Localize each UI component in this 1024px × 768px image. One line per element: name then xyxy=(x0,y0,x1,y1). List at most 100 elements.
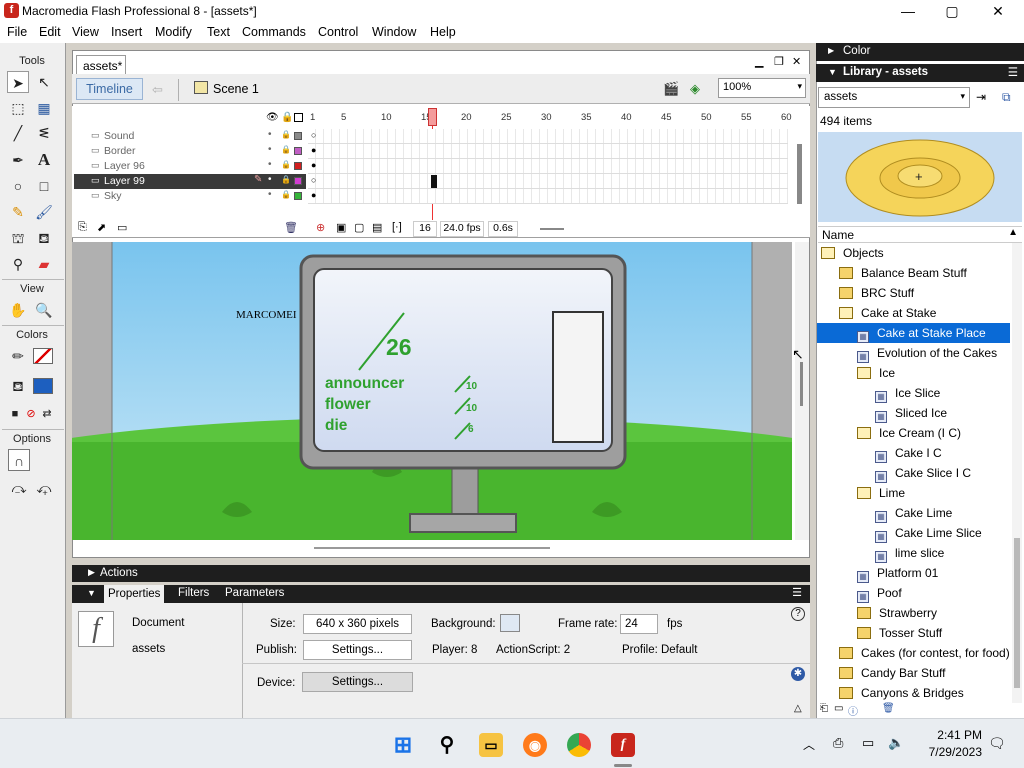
layer-color-swatch[interactable] xyxy=(294,162,302,170)
layer-frames[interactable]: ● xyxy=(308,189,788,204)
library-item[interactable]: ▦ Cake at Stake Place xyxy=(817,323,1010,343)
library-vscroll[interactable] xyxy=(1012,243,1022,703)
flash-taskbar-icon[interactable]: f xyxy=(611,733,635,757)
publish-settings-button[interactable]: Settings... xyxy=(303,640,412,660)
tab-properties[interactable]: Properties xyxy=(104,585,164,603)
library-item[interactable]: Ice Cream (I C) xyxy=(817,423,1010,443)
timeline-toggle-button[interactable]: Timeline xyxy=(76,78,143,100)
library-item[interactable]: ▦ Cake I C xyxy=(817,443,1010,463)
collapse-up-icon[interactable]: △ xyxy=(794,703,802,714)
help-icon[interactable]: ? xyxy=(791,607,805,621)
hand-tool-icon[interactable]: ✋ xyxy=(7,299,29,321)
add-guide-icon[interactable]: ⬈ xyxy=(97,221,106,234)
library-item[interactable]: Cake at Stake xyxy=(817,303,1010,323)
lasso-tool-icon[interactable]: ᓬ xyxy=(33,122,55,144)
edit-multiple-frames-icon[interactable]: ▤ xyxy=(372,221,382,234)
ink-bottle-tool-icon[interactable]: ⛫ xyxy=(7,227,29,249)
clock-date[interactable]: 7/29/2023 xyxy=(918,745,982,759)
tab-filters[interactable]: Filters xyxy=(178,587,209,599)
notifications-icon[interactable]: 🗨 xyxy=(988,735,1006,752)
library-item[interactable]: Objects xyxy=(817,243,1010,263)
playhead[interactable] xyxy=(428,108,437,126)
layer-frames[interactable]: ● xyxy=(308,159,788,174)
library-panel-header[interactable]: ▼ Library - assets ☰ xyxy=(816,64,1024,82)
swap-colors-icon[interactable]: ⇄ xyxy=(36,403,58,425)
document-tab[interactable]: assets* xyxy=(76,55,126,74)
eraser-tool-icon[interactable]: ▰ xyxy=(33,253,55,275)
visibility-dot[interactable]: • xyxy=(268,174,272,185)
brush-tool-icon[interactable]: 🖌 xyxy=(33,201,55,223)
layer-color-swatch[interactable] xyxy=(294,177,302,185)
outline-icon[interactable] xyxy=(294,113,303,122)
close-button[interactable]: ✕ xyxy=(976,2,1020,20)
pen-tool-icon[interactable]: ✒ xyxy=(7,149,29,171)
layer-frames[interactable]: ● xyxy=(308,144,788,159)
visibility-dot[interactable]: • xyxy=(268,129,272,140)
fill-color-icon[interactable]: ⛾ xyxy=(7,375,29,397)
menu-control[interactable]: Control xyxy=(318,25,358,39)
back-arrow-icon[interactable]: ⇦ xyxy=(152,82,163,98)
menu-insert[interactable]: Insert xyxy=(111,25,142,39)
library-item[interactable]: BRC Stuff xyxy=(817,283,1010,303)
library-item[interactable]: Lime xyxy=(817,483,1010,503)
volume-icon[interactable]: 🔈 xyxy=(888,735,904,751)
zoom-tool-icon[interactable]: 🔍 xyxy=(33,299,55,321)
lock-icon[interactable]: 🔒 xyxy=(281,112,293,123)
collapse-icon[interactable]: ▼ xyxy=(87,588,96,598)
new-folder-icon[interactable]: ▭ xyxy=(834,703,843,714)
file-explorer-icon[interactable]: ▭ xyxy=(479,733,503,757)
menu-commands[interactable]: Commands xyxy=(242,25,306,39)
menu-edit[interactable]: Edit xyxy=(39,25,61,39)
minimize-button[interactable]: — xyxy=(886,2,930,20)
visibility-dot[interactable]: • xyxy=(268,189,272,200)
menu-view[interactable]: View xyxy=(72,25,99,39)
lock-dot[interactable]: 🔒 xyxy=(281,175,291,184)
menu-window[interactable]: Window xyxy=(372,25,416,39)
text-tool-icon[interactable]: A xyxy=(33,149,55,171)
lock-dot[interactable]: 🔒 xyxy=(281,160,291,169)
library-item[interactable]: ▦ Cake Lime Slice xyxy=(817,523,1010,543)
library-item[interactable]: Candy Bar Stuff xyxy=(817,663,1010,683)
scene-label[interactable]: Scene 1 xyxy=(213,82,259,96)
menu-file[interactable]: File xyxy=(7,25,27,39)
panel-menu-icon[interactable]: ☰ xyxy=(1008,65,1018,79)
snap-magnet-icon[interactable]: ∩ xyxy=(8,449,30,471)
accessibility-icon[interactable]: ✱ xyxy=(791,667,805,681)
lock-dot[interactable]: 🔒 xyxy=(281,145,291,154)
library-item[interactable]: ▦ Platform 01 xyxy=(817,563,1010,583)
stroke-color-icon[interactable]: ✏ xyxy=(7,345,29,367)
layer-color-swatch[interactable] xyxy=(294,132,302,140)
stage-vscroll[interactable] xyxy=(795,242,809,540)
delete-layer-icon[interactable]: 🗑 xyxy=(284,221,298,234)
stroke-color-swatch[interactable] xyxy=(33,348,53,364)
free-transform-tool-icon[interactable]: ⬚ xyxy=(7,97,29,119)
eyedropper-tool-icon[interactable]: ⚲ xyxy=(7,253,29,275)
library-item[interactable]: Ice xyxy=(817,363,1010,383)
library-item[interactable]: Strawberry xyxy=(817,603,1010,623)
fill-transform-tool-icon[interactable]: ▦ xyxy=(33,97,55,119)
paint-bucket-tool-icon[interactable]: ⛾ xyxy=(33,227,55,249)
layer-color-swatch[interactable] xyxy=(294,192,302,200)
edit-scene-icon[interactable]: 🎬 xyxy=(663,81,679,97)
library-item[interactable]: ▦ Poof xyxy=(817,583,1010,603)
smooth-icon[interactable]: ⤼ xyxy=(8,477,30,499)
insert-layer-icon[interactable]: ⎘ xyxy=(78,221,87,234)
eye-icon[interactable]: 👁 xyxy=(266,112,279,123)
library-item[interactable]: ▦ lime slice xyxy=(817,543,1010,563)
layer-color-swatch[interactable] xyxy=(294,147,302,155)
library-item[interactable]: Balance Beam Stuff xyxy=(817,263,1010,283)
layer-frames[interactable]: ○ xyxy=(308,174,788,189)
timeline-layer[interactable]: ▭ Sound • 🔒 xyxy=(74,129,306,144)
menu-help[interactable]: Help xyxy=(430,25,456,39)
actions-panel-bar[interactable]: ▶ Actions xyxy=(72,565,810,582)
selection-tool-icon[interactable]: ➤ xyxy=(7,71,29,93)
doc-minimize-button[interactable]: ▁ xyxy=(755,55,763,68)
modify-onion-markers-icon[interactable]: [·] xyxy=(392,221,402,233)
device-settings-button[interactable]: Settings... xyxy=(302,672,413,692)
properties-icon[interactable]: ⓘ xyxy=(848,703,858,718)
library-item[interactable]: ▦ Cake Lime xyxy=(817,503,1010,523)
network-icon[interactable]: ⎙ xyxy=(833,735,843,751)
timeline-vscroll[interactable] xyxy=(797,144,802,204)
sort-icon[interactable]: ▲ xyxy=(1008,227,1018,238)
library-item[interactable]: ▦ Evolution of the Cakes xyxy=(817,343,1010,363)
